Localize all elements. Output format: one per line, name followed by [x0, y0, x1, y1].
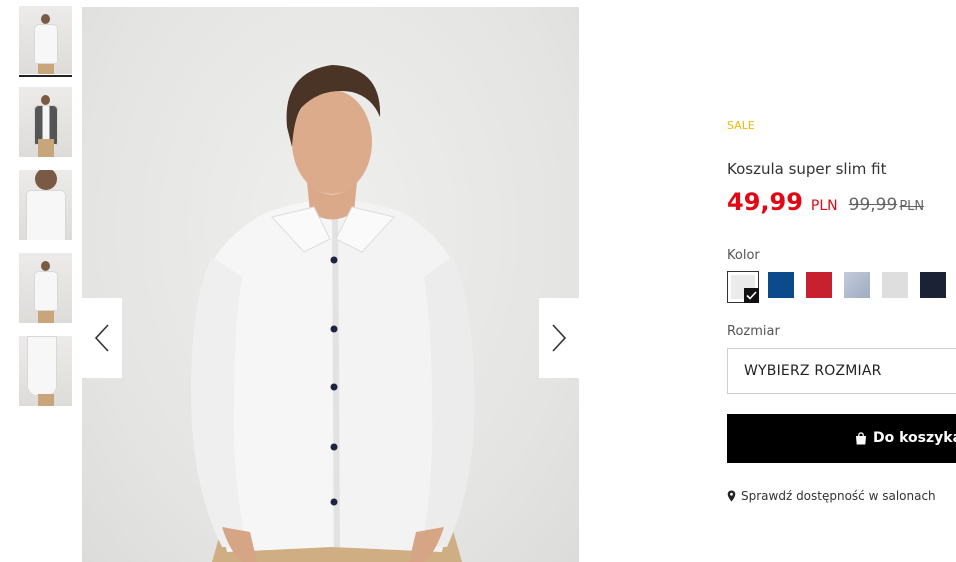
gallery-next-button[interactable]	[539, 298, 579, 378]
color-swatch-white[interactable]	[727, 271, 759, 303]
size-label: Rozmiar	[727, 324, 780, 339]
color-swatch-red[interactable]	[806, 272, 832, 298]
location-pin-icon	[727, 490, 736, 502]
product-title: Koszula super slim fit	[727, 160, 887, 178]
active-thumbnail-indicator	[19, 75, 72, 77]
current-price: 49,99	[727, 188, 803, 216]
thumbnail-1[interactable]	[19, 6, 72, 74]
store-availability-link[interactable]: Sprawdź dostępność w salonach	[727, 489, 936, 503]
thumbnail-3[interactable]	[19, 170, 72, 240]
thumbnail-5[interactable]	[19, 336, 72, 406]
chevron-left-icon	[94, 324, 109, 352]
color-label: Kolor	[727, 248, 760, 263]
old-price-currency: PLN	[899, 199, 925, 214]
checkmark-icon	[744, 288, 759, 303]
color-swatches	[727, 271, 956, 303]
shopping-bag-icon	[856, 431, 866, 444]
size-select[interactable]: WYBIERZ ROZMIAR	[727, 348, 956, 394]
model-photo	[191, 65, 475, 562]
thumbnail-2[interactable]	[19, 87, 72, 157]
store-availability-label: Sprawdź dostępność w salonach	[741, 489, 936, 503]
main-product-image[interactable]	[82, 7, 579, 562]
size-select-placeholder: WYBIERZ ROZMIAR	[744, 363, 882, 379]
color-swatch-navy[interactable]	[768, 272, 794, 298]
color-swatch-light-grey[interactable]	[882, 272, 908, 298]
thumbnail-list	[19, 6, 72, 419]
gallery-prev-button[interactable]	[82, 298, 122, 378]
add-to-cart-label: Do koszyka	[873, 430, 956, 446]
color-swatch-light-blue[interactable]	[844, 272, 870, 298]
sale-badge: SALE	[727, 119, 755, 132]
add-to-cart-button[interactable]: Do koszyka	[727, 414, 956, 463]
thumbnail-4[interactable]	[19, 253, 72, 323]
old-price: 99,99	[848, 195, 898, 215]
current-price-currency: PLN	[810, 198, 838, 214]
color-swatch-dark-navy[interactable]	[920, 272, 946, 298]
price-row: 49,99 PLN 99,99 PLN	[727, 188, 924, 216]
chevron-right-icon	[552, 324, 567, 352]
